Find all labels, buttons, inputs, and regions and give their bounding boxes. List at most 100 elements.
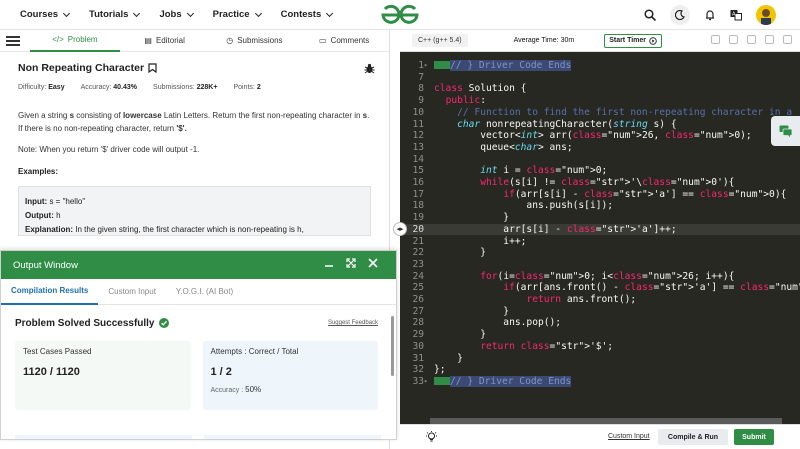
line-number: 9: [418, 95, 424, 107]
code-line[interactable]: 33 ▸// } Driver Code Ends: [400, 375, 800, 388]
copy-icon[interactable]: [711, 35, 720, 44]
nav-tutorials[interactable]: Tutorials: [89, 9, 141, 20]
code-line[interactable]: 27 }: [400, 306, 800, 318]
problem-tabs: </> Problem ▤ Editorial ◷ Submissions ▭ Comm…: [0, 30, 389, 52]
refresh-icon[interactable]: [765, 35, 774, 44]
nav-jobs[interactable]: Jobs: [159, 9, 194, 20]
tab-submissions[interactable]: ◷ Submissions: [210, 30, 300, 52]
reset-icon[interactable]: [729, 35, 738, 44]
tab-editorial[interactable]: ▤ Editorial: [120, 30, 210, 52]
settings-icon[interactable]: [747, 35, 756, 44]
expand-icon[interactable]: [346, 258, 356, 268]
start-timer-button[interactable]: Start Timer: [604, 33, 663, 48]
fullscreen-icon[interactable]: [783, 35, 792, 44]
code-line[interactable]: 19 }: [400, 212, 800, 224]
code-text: return class="str">'$';: [480, 340, 614, 352]
code-line[interactable]: 10 // Function to find the first non-rep…: [400, 107, 800, 119]
output-scrollbar[interactable]: [391, 316, 394, 376]
code-line[interactable]: 1 ▸// } Driver Code Ends: [400, 60, 800, 72]
code-line[interactable]: 24 for(i=class="num">0; i<class="num">26…: [400, 271, 800, 283]
user-avatar-icon: [761, 9, 771, 25]
bell-icon[interactable]: [704, 9, 716, 21]
code-line[interactable]: 9 public:: [400, 95, 800, 107]
code-line[interactable]: 31 }: [400, 353, 800, 365]
nav-practice-label: Practice: [212, 9, 250, 20]
avatar[interactable]: [756, 5, 776, 25]
code-line[interactable]: 23: [400, 259, 800, 271]
dark-mode-toggle[interactable]: [670, 5, 690, 25]
problem-title: Non Repeating Character: [18, 62, 371, 74]
language-select[interactable]: C++ (g++ 5.4): [412, 34, 468, 47]
line-number: 31: [412, 352, 424, 364]
bug-report-icon[interactable]: [364, 63, 375, 74]
code-text: class Solution {: [434, 83, 527, 95]
nav-contests[interactable]: Contests: [281, 9, 334, 20]
code-text: }: [434, 212, 510, 224]
code-line[interactable]: 25 if(arr[ans.front() - class="str">'a']…: [400, 282, 800, 294]
line-number: 26: [412, 294, 424, 305]
tab-compilation-results[interactable]: Compilation Results: [1, 279, 99, 305]
result-status-text: Problem Solved Successfully: [15, 317, 155, 329]
problem-statement: Non Repeating Character Difficulty: Easy…: [0, 52, 389, 246]
code-line[interactable]: 29 }: [400, 329, 800, 341]
code-line[interactable]: 17 if(arr[s[i] - class="str">'a'] == cla…: [400, 189, 800, 201]
translate-icon[interactable]: A: [730, 9, 742, 21]
custom-input-link[interactable]: Custom Input: [608, 433, 650, 440]
fold-arrow-icon[interactable]: ▸: [424, 60, 432, 72]
example-input: Input: s = "hello": [25, 195, 364, 209]
code-line[interactable]: 21 i++;: [400, 236, 800, 248]
accuracy-label: Accuracy:: [80, 84, 112, 91]
code-line[interactable]: 16 while(s[i] != class="str">'\class="nu…: [400, 177, 800, 189]
nav-practice[interactable]: Practice: [212, 9, 262, 20]
menu-icon[interactable]: [6, 34, 20, 48]
tab-problem[interactable]: </> Problem: [30, 30, 120, 52]
desc-part: Given a string: [18, 111, 70, 120]
pane-resize-handle[interactable]: ◂▸: [393, 222, 407, 236]
code-line[interactable]: 11 char nonrepeatingCharacter(string s) …: [400, 119, 800, 131]
points-label: Points:: [233, 84, 255, 91]
code-text: // Function to find the first non-repeat…: [434, 106, 793, 118]
chevron-down-icon: [254, 9, 262, 17]
submit-button[interactable]: Submit: [734, 429, 774, 445]
gfg-logo[interactable]: [380, 4, 420, 26]
code-text: while(s[i] != class="str">'\class="num">…: [480, 177, 735, 188]
tab-comments[interactable]: ▭ Comments: [299, 30, 389, 52]
difficulty-label: Difficulty:: [18, 84, 47, 91]
search-icon[interactable]: [644, 9, 656, 21]
code-line[interactable]: 18 ans.push(s[i]);: [400, 200, 800, 212]
code-area[interactable]: 1 ▸// } Driver Code Ends 7 8 class Solution …: [400, 52, 800, 424]
code-line[interactable]: 8 class Solution {: [400, 83, 800, 95]
compile-run-button[interactable]: Compile & Run: [658, 429, 728, 445]
tab-submissions-label: Submissions: [237, 36, 283, 45]
problem-note: Note: When you return '$' driver code wi…: [18, 145, 200, 154]
code-line[interactable]: 13 queue<char> ans;: [400, 142, 800, 154]
code-line[interactable]: 20 arr[s[i] - class="str">'a']++;: [400, 223, 800, 236]
code-line[interactable]: 26 return ans.front();: [400, 294, 800, 306]
code-line[interactable]: 28 ans.pop();: [400, 317, 800, 329]
tab-custom-input[interactable]: Custom Input: [98, 279, 166, 305]
code-line[interactable]: 32};: [400, 364, 800, 376]
nav-courses[interactable]: Courses: [20, 9, 71, 20]
close-icon[interactable]: [368, 258, 378, 268]
comment-icon: ▭: [319, 36, 327, 45]
bookmark-icon[interactable]: [148, 63, 157, 73]
tab-yogi-ai-bot[interactable]: Y.O.G.I. (AI Bot): [166, 279, 243, 305]
card-stub: [15, 435, 192, 439]
example-box: Input: s = "hello" Output: h Explanation…: [18, 186, 371, 236]
code-line[interactable]: 30 return class="str">'$';: [400, 341, 800, 353]
difficulty-value: Easy: [48, 84, 65, 91]
line-number: 29: [412, 329, 424, 341]
minimize-icon[interactable]: [324, 258, 334, 268]
code-editor-pane: C++ (g++ 5.4) Average Time: 30m Start Ti…: [400, 30, 800, 449]
code-line[interactable]: 22 }: [400, 247, 800, 259]
code-line[interactable]: 12 vector<int> arr(class="num">26, class…: [400, 130, 800, 142]
svg-text:A: A: [732, 12, 736, 18]
code-line[interactable]: 15 int i = class="num">0;: [400, 165, 800, 177]
chat-button[interactable]: [771, 116, 800, 146]
code-line[interactable]: 7: [400, 72, 800, 84]
lightbulb-icon[interactable]: [426, 431, 437, 443]
suggest-feedback-link[interactable]: Suggest Feedback: [328, 320, 378, 326]
code-line[interactable]: 14: [400, 154, 800, 166]
submissions: Submissions: 228K+: [153, 84, 217, 91]
fold-arrow-icon[interactable]: ▸: [424, 376, 432, 388]
